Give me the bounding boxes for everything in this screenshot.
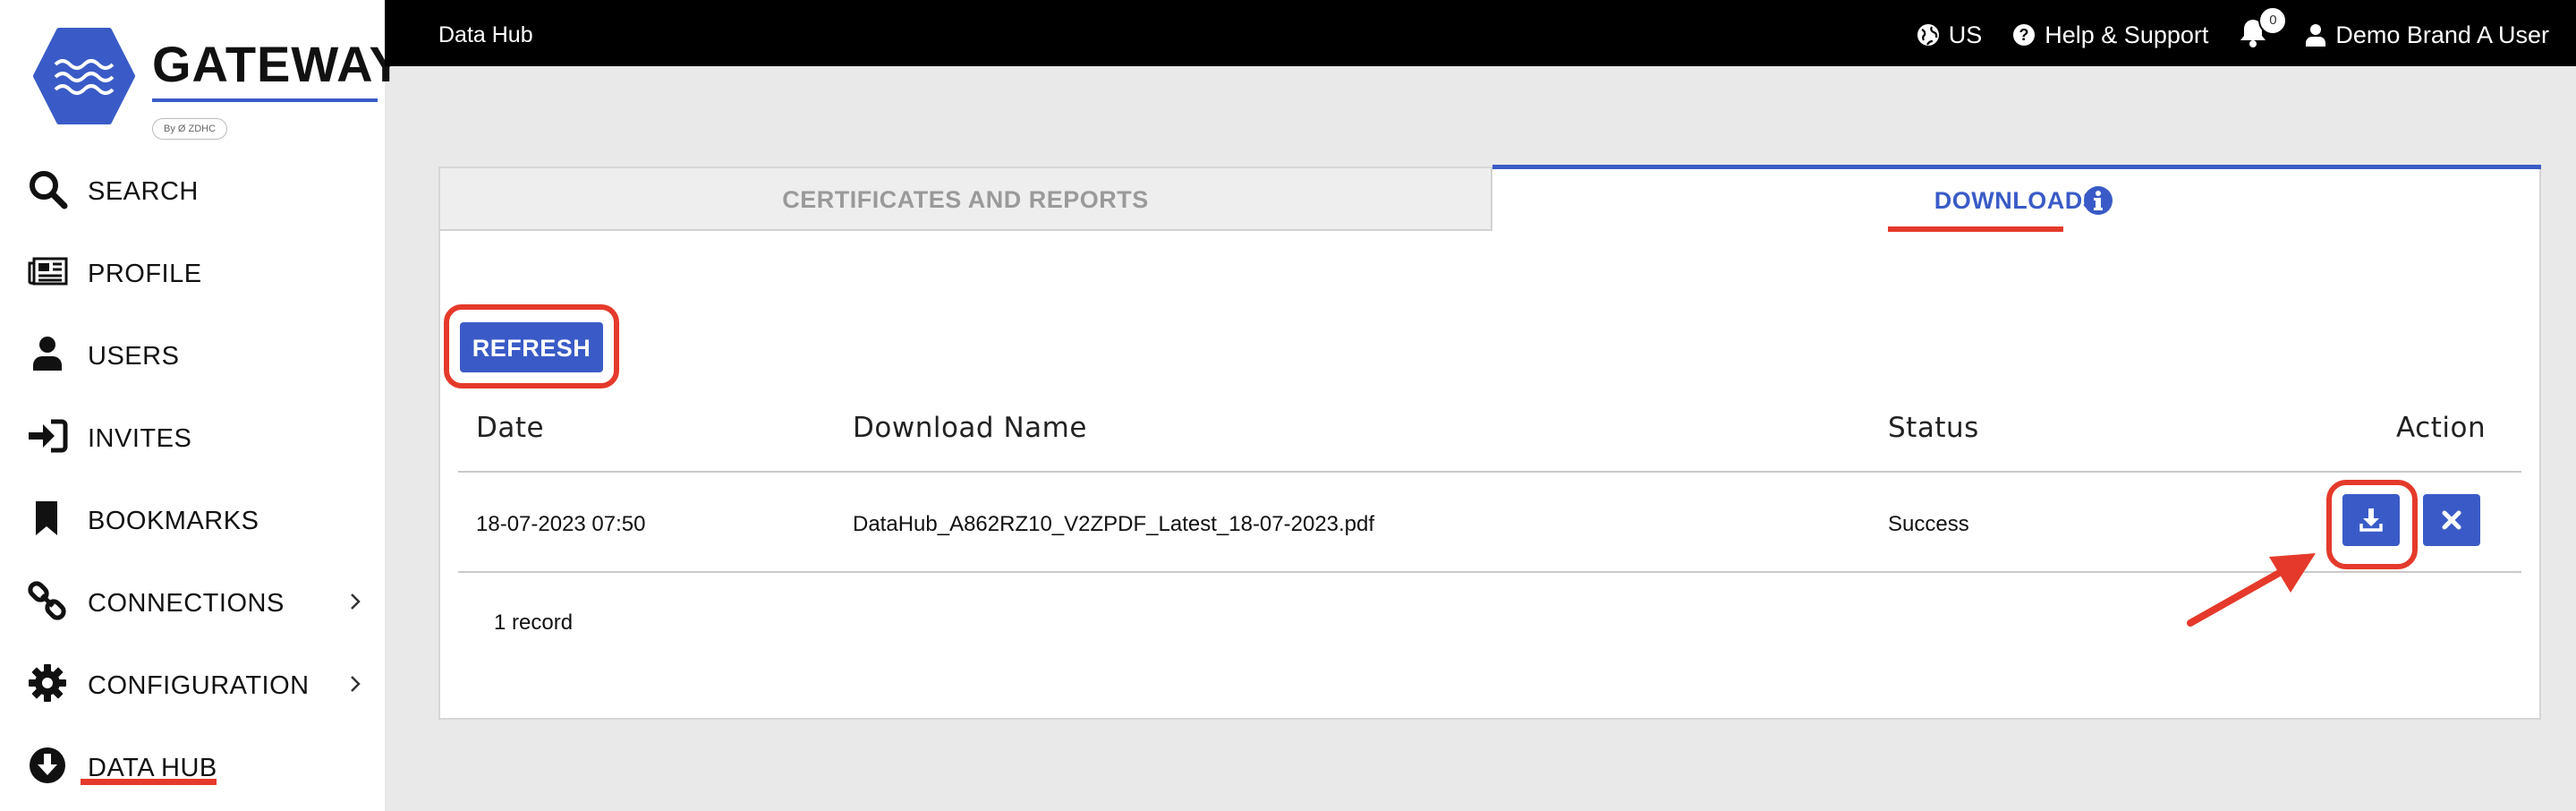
tab-annotation-underline <box>1888 226 2063 232</box>
globe-icon <box>1917 24 1939 46</box>
top-bar: Data Hub US ? Help & Support 0 Demo Bran… <box>385 0 2576 66</box>
question-circle-icon: ? <box>2013 24 2036 46</box>
sidebar-item-data-hub[interactable]: DATA HUB <box>0 727 385 809</box>
close-icon <box>2442 510 2461 530</box>
sidebar-item-search[interactable]: SEARCH <box>0 150 385 233</box>
sidebar-item-label: INVITES <box>88 424 192 453</box>
column-header-status: Status <box>1888 412 1979 444</box>
top-bar-actions: US ? Help & Support 0 Demo Brand A User <box>1917 0 2549 70</box>
brand-underline <box>152 98 378 102</box>
gear-icon <box>29 664 66 702</box>
download-icon <box>2359 508 2383 532</box>
user-menu[interactable]: Demo Brand A User <box>2305 21 2549 49</box>
sidebar-item-label: PROFILE <box>88 260 202 288</box>
brand-name: GATEWAY <box>152 36 404 92</box>
sidebar-item-connections[interactable]: CONNECTIONS <box>0 562 385 645</box>
brand-tagline: By Ø ZDHC <box>152 118 228 140</box>
column-header-action: Action <box>2396 412 2487 444</box>
tab-downloads[interactable]: DOWNLOADS <box>1492 165 2541 232</box>
region-selector[interactable]: US <box>1917 21 1983 49</box>
record-count: 1 record <box>494 610 574 635</box>
sign-in-icon <box>29 419 68 453</box>
sidebar-item-label: USERS <box>88 342 180 371</box>
bell-wrap: 0 <box>2239 6 2288 53</box>
annotation-arrow-icon <box>2187 553 2316 627</box>
refresh-button[interactable]: REFRESH <box>460 322 603 372</box>
user-name: Demo Brand A User <box>2335 21 2549 48</box>
info-icon[interactable] <box>2083 185 2113 216</box>
notifications-button[interactable]: 0 <box>2239 6 2288 53</box>
column-header-download-name: Download Name <box>853 412 1087 444</box>
refresh-annotation-ring: REFRESH <box>444 304 619 388</box>
sidebar-item-label: DATA HUB <box>88 754 217 782</box>
column-header-date: Date <box>476 412 545 444</box>
sidebar-item-bookmarks[interactable]: BOOKMARKS <box>0 480 385 562</box>
sidebar-item-label: CONNECTIONS <box>88 589 285 618</box>
row-download-name: DataHub_A862RZ10_V2ZPDF_Latest_18-07-202… <box>853 512 1375 536</box>
sidebar-item-label: SEARCH <box>88 177 199 206</box>
chevron-right-icon <box>351 676 361 692</box>
row-status: Success <box>1888 512 1969 536</box>
user-icon <box>2306 24 2326 47</box>
sidebar-item-configuration[interactable]: CONFIGURATION <box>0 645 385 727</box>
sidebar-item-users[interactable]: USERS <box>0 315 385 397</box>
help-support-link[interactable]: ? Help & Support <box>2012 21 2208 49</box>
logo-hex-icon <box>33 28 135 124</box>
download-circle-icon <box>30 747 65 783</box>
help-label: Help & Support <box>2045 21 2209 48</box>
svg-text:?: ? <box>2019 26 2029 44</box>
search-icon <box>30 171 68 209</box>
newspaper-icon <box>28 257 68 286</box>
delete-button[interactable] <box>2423 494 2480 546</box>
page-title: Data Hub <box>438 22 533 47</box>
sidebar-item-profile[interactable]: PROFILE <box>0 233 385 315</box>
link-icon <box>28 581 66 620</box>
row-date: 18-07-2023 07:50 <box>476 512 646 536</box>
active-item-annotation-underline <box>81 779 217 785</box>
notification-badge: 0 <box>2258 6 2288 35</box>
table-header-divider <box>458 471 2521 473</box>
sidebar-item-label: BOOKMARKS <box>88 507 259 535</box>
sidebar: GATEWAY By Ø ZDHC SEARCH PROFILE USERS I… <box>0 0 403 811</box>
download-button[interactable] <box>2342 494 2400 546</box>
tab-downloads-label: DOWNLOADS <box>1934 187 2100 214</box>
sidebar-item-label: CONFIGURATION <box>88 671 310 700</box>
sidebar-nav: SEARCH PROFILE USERS INVITES BOOKMARKS C… <box>0 150 385 809</box>
tab-certificates-and-reports[interactable]: CERTIFICATES AND REPORTS <box>440 168 1492 231</box>
region-label: US <box>1948 21 1983 48</box>
gateway-logo[interactable]: GATEWAY By Ø ZDHC <box>32 27 403 140</box>
sidebar-item-invites[interactable]: INVITES <box>0 397 385 480</box>
user-icon <box>33 337 62 371</box>
bookmark-icon <box>36 501 57 535</box>
chevron-right-icon <box>351 593 361 610</box>
